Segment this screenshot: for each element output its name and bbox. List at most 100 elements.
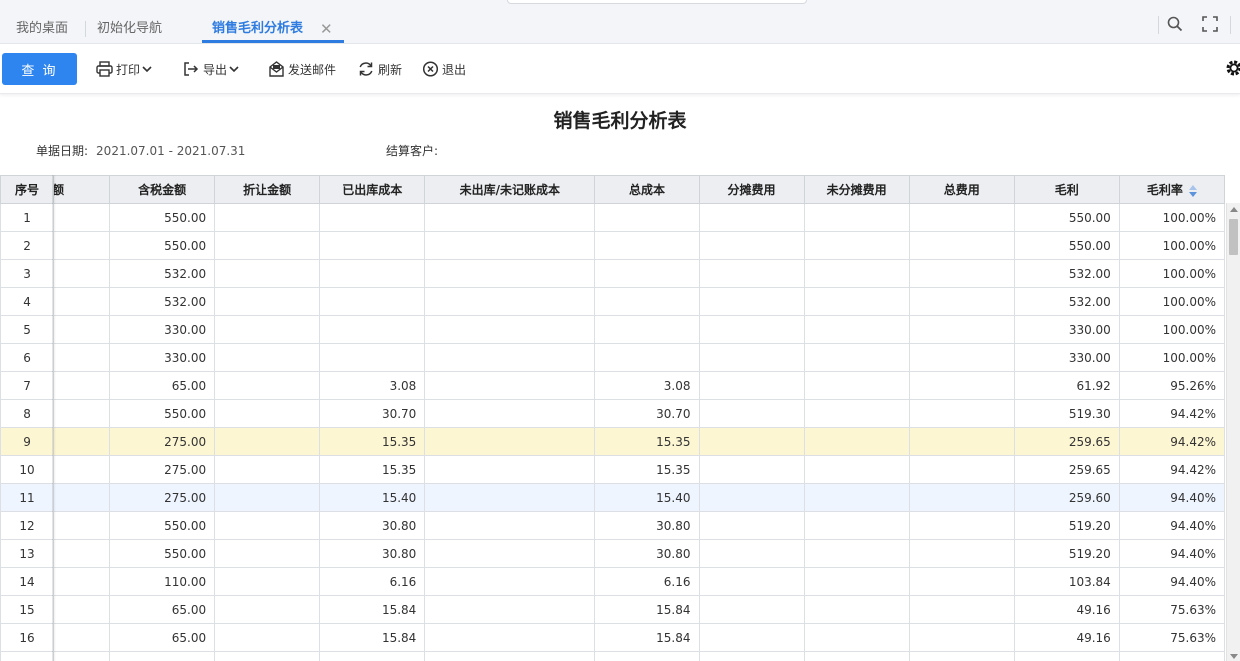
cell-gross-profit[interactable]: 61.92 bbox=[1013, 371, 1120, 400]
cell-row-index[interactable]: 16 bbox=[0, 623, 55, 652]
cell-margin-rate[interactable]: 94.40% bbox=[1118, 539, 1226, 568]
cell-unallocated-fee[interactable] bbox=[803, 651, 910, 661]
cell-total-cost[interactable]: 6.16 bbox=[594, 567, 700, 596]
cell-shipped-cost[interactable]: 15.35 bbox=[319, 427, 426, 456]
cell-allocated-fee[interactable] bbox=[698, 399, 805, 428]
cell-unshipped-cost[interactable] bbox=[424, 343, 596, 372]
cell-gross-profit[interactable]: 519.20 bbox=[1013, 511, 1120, 540]
export-button[interactable]: 导出 bbox=[183, 58, 242, 80]
table-row[interactable]: 1 550.00 550.00 100.00% bbox=[0, 203, 1226, 232]
col-header-unshipped-cost[interactable]: 未出库/未记账成本 bbox=[424, 175, 596, 204]
cell-total-fee[interactable] bbox=[908, 287, 1015, 316]
cell-allocated-fee[interactable] bbox=[698, 315, 805, 344]
cell-total-fee[interactable] bbox=[908, 315, 1015, 344]
col-header-total-fee[interactable]: 总费用 bbox=[908, 175, 1015, 204]
cell-allocated-fee[interactable] bbox=[698, 539, 805, 568]
cell-unshipped-cost[interactable] bbox=[424, 427, 596, 456]
table-row[interactable]: 5 330.00 330.00 100.00% bbox=[0, 315, 1226, 344]
cell-gross-profit[interactable]: 49.16 bbox=[1013, 595, 1120, 624]
table-row[interactable]: 8 550.00 30.70 30.70 519.30 94.42% bbox=[0, 399, 1226, 428]
col-header-margin-rate[interactable]: 毛利率 bbox=[1118, 175, 1226, 204]
cell-total-cost[interactable]: 15.84 bbox=[594, 595, 700, 624]
scroll-down-icon[interactable] bbox=[1230, 654, 1238, 659]
cell-shipped-cost[interactable]: 6.16 bbox=[319, 567, 426, 596]
cell-gross-profit[interactable]: 550.00 bbox=[1013, 231, 1120, 260]
print-button[interactable]: 打印 bbox=[96, 58, 155, 80]
cell-shipped-cost[interactable]: 15.84 bbox=[319, 623, 426, 652]
cell-margin-rate[interactable]: 75.63% bbox=[1118, 623, 1226, 652]
cell-discount[interactable] bbox=[214, 539, 321, 568]
cell-total-cost[interactable]: 3.08 bbox=[594, 371, 700, 400]
cell-allocated-fee[interactable] bbox=[698, 483, 805, 512]
tab-my-desktop[interactable]: 我的桌面 bbox=[16, 0, 68, 43]
cell-gross-profit[interactable]: 103.84 bbox=[1013, 567, 1120, 596]
cell-amount[interactable] bbox=[53, 483, 111, 512]
cell-tax-amount[interactable]: 110.00 bbox=[109, 567, 216, 596]
table-row[interactable]: 17 65.00 15.84 15.84 49.1675.63% bbox=[0, 651, 1226, 661]
cell-unshipped-cost[interactable] bbox=[424, 455, 596, 484]
cell-total-cost[interactable] bbox=[594, 203, 700, 232]
cell-discount[interactable] bbox=[214, 287, 321, 316]
cell-margin-rate[interactable]: 75.63% bbox=[1118, 651, 1226, 661]
cell-margin-rate[interactable]: 100.00% bbox=[1118, 315, 1226, 344]
cell-unshipped-cost[interactable] bbox=[424, 315, 596, 344]
vertical-scrollbar[interactable] bbox=[1226, 203, 1240, 661]
cell-unallocated-fee[interactable] bbox=[803, 623, 910, 652]
cell-margin-rate[interactable]: 94.42% bbox=[1118, 399, 1226, 428]
cell-tax-amount[interactable]: 275.00 bbox=[109, 483, 216, 512]
cell-tax-amount[interactable]: 65.00 bbox=[109, 371, 216, 400]
tab-sales-margin-report[interactable]: 销售毛利分析表 ✕ bbox=[202, 0, 344, 43]
cell-gross-profit[interactable]: 532.00 bbox=[1013, 287, 1120, 316]
cell-tax-amount[interactable]: 550.00 bbox=[109, 231, 216, 260]
cell-total-cost[interactable] bbox=[594, 231, 700, 260]
cell-row-index[interactable]: 3 bbox=[0, 259, 55, 288]
cell-shipped-cost[interactable] bbox=[319, 203, 426, 232]
cell-total-fee[interactable] bbox=[908, 427, 1015, 456]
cell-row-index[interactable]: 13 bbox=[0, 539, 55, 568]
col-header-shipped-cost[interactable]: 已出库成本 bbox=[319, 175, 426, 204]
cell-amount[interactable] bbox=[53, 539, 111, 568]
cell-shipped-cost[interactable]: 30.80 bbox=[319, 539, 426, 568]
cell-gross-profit[interactable]: 330.00 bbox=[1013, 343, 1120, 372]
cell-shipped-cost[interactable] bbox=[319, 259, 426, 288]
table-row[interactable]: 4 532.00 532.00 100.00% bbox=[0, 287, 1226, 316]
cell-row-index[interactable]: 17 bbox=[0, 651, 55, 661]
cell-total-cost[interactable]: 15.84 bbox=[594, 651, 700, 661]
cell-allocated-fee[interactable] bbox=[698, 651, 805, 661]
cell-shipped-cost[interactable]: 15.40 bbox=[319, 483, 426, 512]
table-row[interactable]: 15 65.00 15.84 15.84 49.16 75.63% bbox=[0, 595, 1226, 624]
cell-total-cost[interactable]: 15.35 bbox=[594, 427, 700, 456]
cell-row-index[interactable]: 15 bbox=[0, 595, 55, 624]
cell-amount[interactable] bbox=[53, 399, 111, 428]
cell-discount[interactable] bbox=[214, 203, 321, 232]
cell-discount[interactable] bbox=[214, 483, 321, 512]
cell-gross-profit[interactable]: 259.60 bbox=[1013, 483, 1120, 512]
cell-discount[interactable] bbox=[214, 259, 321, 288]
cell-unallocated-fee[interactable] bbox=[803, 427, 910, 456]
cell-shipped-cost[interactable]: 15.84 bbox=[319, 595, 426, 624]
cell-unallocated-fee[interactable] bbox=[803, 539, 910, 568]
cell-tax-amount[interactable]: 65.00 bbox=[109, 595, 216, 624]
cell-row-index[interactable]: 14 bbox=[0, 567, 55, 596]
cell-gross-profit[interactable]: 259.65 bbox=[1013, 427, 1120, 456]
top-search-box[interactable] bbox=[507, 0, 807, 4]
cell-allocated-fee[interactable] bbox=[698, 287, 805, 316]
cell-unallocated-fee[interactable] bbox=[803, 399, 910, 428]
cell-allocated-fee[interactable] bbox=[698, 595, 805, 624]
table-row[interactable]: 2 550.00 550.00 100.00% bbox=[0, 231, 1226, 260]
col-header-unallocated-fee[interactable]: 未分摊费用 bbox=[803, 175, 910, 204]
cell-gross-profit[interactable]: 49.16 bbox=[1013, 651, 1120, 661]
cell-shipped-cost[interactable] bbox=[319, 343, 426, 372]
cell-tax-amount[interactable]: 275.00 bbox=[109, 455, 216, 484]
cell-tax-amount[interactable]: 532.00 bbox=[109, 259, 216, 288]
cell-gross-profit[interactable]: 49.16 bbox=[1013, 623, 1120, 652]
cell-discount[interactable] bbox=[214, 567, 321, 596]
query-button[interactable]: 查 询 bbox=[2, 53, 77, 85]
cell-margin-rate[interactable]: 94.40% bbox=[1118, 483, 1226, 512]
cell-total-fee[interactable] bbox=[908, 651, 1015, 661]
table-row[interactable]: 12 550.00 30.80 30.80 519.20 94.40% bbox=[0, 511, 1226, 540]
gear-icon[interactable] bbox=[1224, 58, 1240, 78]
cell-total-fee[interactable] bbox=[908, 371, 1015, 400]
col-header-index[interactable]: 序号 bbox=[0, 175, 55, 204]
table-row[interactable]: 11 275.00 15.40 15.40 259.60 94.40% bbox=[0, 483, 1226, 512]
